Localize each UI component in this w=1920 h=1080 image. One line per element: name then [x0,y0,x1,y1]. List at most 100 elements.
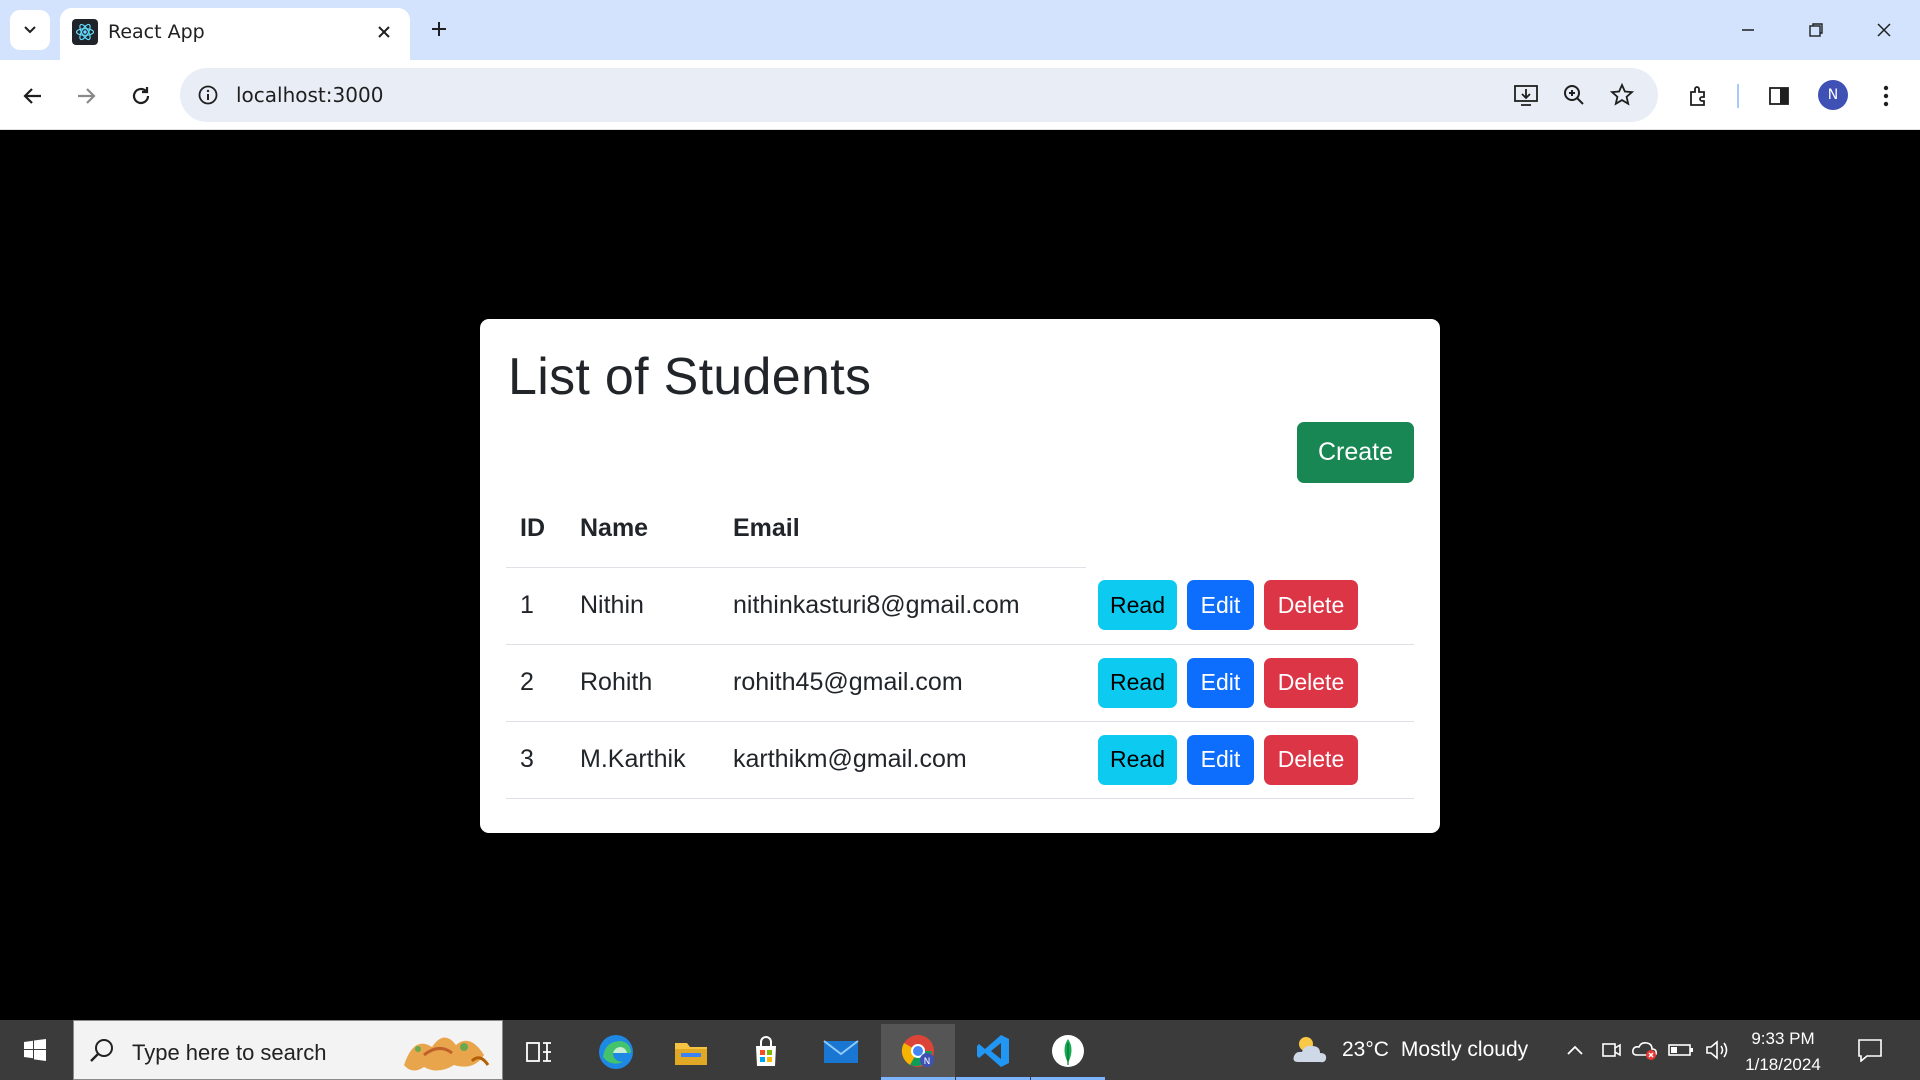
edit-button[interactable]: Edit [1187,580,1254,631]
page-title: List of Students [508,348,872,406]
notification-icon [1858,1039,1882,1062]
svg-text:N: N [924,1057,931,1067]
side-panel-icon[interactable] [1759,76,1799,116]
bookmark-star-icon[interactable] [1607,80,1637,110]
address-bar[interactable]: localhost:3000 [180,68,1658,122]
volume-icon[interactable] [1702,1034,1732,1066]
site-info-icon[interactable] [194,81,222,109]
weather-condition: Mostly cloudy [1400,1038,1529,1061]
onedrive-error-icon[interactable] [1630,1034,1660,1066]
delete-button[interactable]: Delete [1264,657,1358,708]
cell-email: nithinkasturi8@gmail.com [719,567,1086,645]
weather-widget[interactable]: 23°C Mostly cloudy [1290,1032,1528,1068]
plus-icon [432,22,446,36]
read-button[interactable]: Read [1098,734,1177,785]
table-header-row: ID Name Email [506,491,1414,568]
table-row: 3 M.Karthik karthikm@gmail.com Read Edit D… [506,721,1414,799]
search-placeholder: Type here to search [132,1040,327,1065]
meet-now-icon[interactable] [1596,1034,1626,1066]
edit-button[interactable]: Edit [1187,734,1254,785]
weather-temp: 23°C [1342,1038,1389,1061]
show-hidden-icons-button[interactable] [1560,1034,1590,1066]
table-row: 2 Rohith rohith45@gmail.com Read Edit Dele… [506,644,1414,722]
folder-icon [675,1043,707,1065]
restore-icon [1809,23,1823,37]
cell-id: 2 [506,644,566,722]
cell-name: Rohith [566,644,719,722]
taskbar-search-box[interactable]: Type here to search [73,1020,503,1080]
chrome-icon: N [901,1034,934,1067]
react-logo-icon [72,19,98,45]
zoom-icon[interactable] [1559,80,1589,110]
tab-title: React App [108,21,205,43]
read-button[interactable]: Read [1098,580,1177,631]
system-clock[interactable]: 9:33 PM 1/18/2024 [1740,1026,1826,1078]
url-text: localhost:3000 [236,83,384,107]
cell-name: M.Karthik [566,721,719,799]
clock-time: 9:33 PM [1751,1029,1815,1048]
taskbar-mongodb-compass[interactable] [1031,1024,1105,1080]
taskbar-mail[interactable] [804,1024,878,1080]
chevron-down-icon [24,26,36,34]
clock-date: 1/18/2024 [1745,1055,1821,1074]
close-window-button[interactable] [1860,10,1908,50]
profile-avatar[interactable]: N [1818,80,1848,110]
taskbar-store[interactable] [729,1024,803,1080]
minimize-icon [1742,29,1754,31]
cell-name: Nithin [566,567,719,645]
column-header-actions [1086,491,1414,567]
notification-center-button[interactable] [1852,1034,1888,1066]
cell-id: 3 [506,721,566,799]
mail-icon [823,1040,859,1063]
cell-actions: Read Edit Delete [1086,567,1414,645]
taskbar-chrome[interactable]: N [881,1024,955,1080]
new-tab-button[interactable] [422,12,456,46]
task-view-button[interactable] [502,1024,576,1080]
menu-kebab-icon[interactable] [1866,76,1906,116]
read-button[interactable]: Read [1098,657,1177,708]
table-row: 1 Nithin nithinkasturi8@gmail.com Read Ed… [506,567,1414,645]
browser-tab[interactable]: React App [60,8,410,60]
restore-button[interactable] [1792,10,1840,50]
cell-email: karthikm@gmail.com [719,721,1086,799]
browser-toolbar: localhost:3000 N [0,60,1920,130]
tab-close-button[interactable] [370,18,398,46]
taskbar-vscode[interactable] [956,1024,1030,1080]
create-button[interactable]: Create [1297,422,1414,483]
task-view-icon [526,1042,551,1062]
windows-logo-icon [24,1039,46,1061]
reload-button[interactable] [121,76,161,116]
cell-email: rohith45@gmail.com [719,644,1086,722]
toolbar-divider [1737,84,1739,108]
reload-icon [132,87,150,105]
edge-icon [599,1035,633,1069]
arrow-left-icon [23,88,41,104]
edit-button[interactable]: Edit [1187,657,1254,708]
taskbar-edge[interactable] [579,1024,653,1080]
cell-actions: Read Edit Delete [1086,644,1414,722]
page-viewport: List of Students Create ID Name Email 1 … [0,130,1920,1020]
back-button[interactable] [13,76,53,116]
forward-button[interactable] [66,76,106,116]
search-highlight-illustration [404,1037,490,1071]
delete-button[interactable]: Delete [1264,734,1358,785]
cell-id: 1 [506,567,566,645]
delete-button[interactable]: Delete [1264,580,1358,631]
students-card: List of Students Create ID Name Email 1 … [480,319,1440,833]
taskbar-file-explorer[interactable] [654,1024,728,1080]
vscode-icon [977,1034,1009,1067]
battery-icon[interactable] [1666,1034,1696,1066]
minimize-button[interactable] [1724,10,1772,50]
mongodb-compass-icon [1052,1034,1084,1067]
students-table: ID Name Email 1 Nithin nithinkasturi8@gm… [506,491,1414,799]
cell-actions: Read Edit Delete [1086,721,1414,799]
install-app-icon[interactable] [1511,80,1541,110]
column-header-id: ID [506,491,566,568]
close-icon [1877,23,1891,37]
extensions-icon[interactable] [1679,76,1719,116]
start-button[interactable] [10,1030,60,1070]
tab-search-button[interactable] [10,10,50,50]
cloudy-weather-icon [1293,1037,1327,1063]
store-icon [756,1036,776,1066]
search-icon [90,1039,113,1062]
